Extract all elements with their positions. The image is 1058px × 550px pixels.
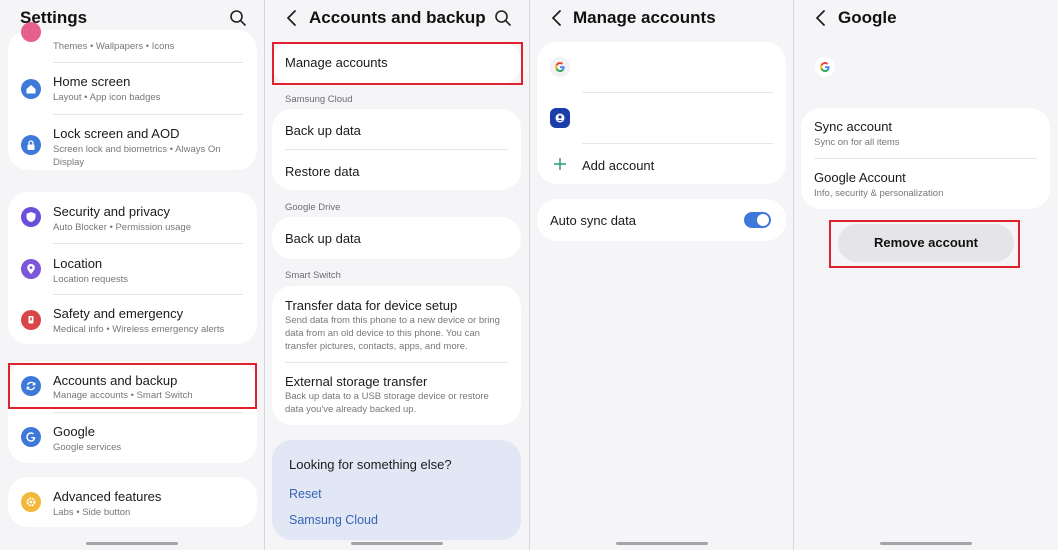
back-icon[interactable]: [550, 9, 564, 27]
plus-icon: [554, 158, 566, 170]
accounts-backup-header: Accounts and backup: [265, 0, 529, 36]
google-drive-card: Back up data: [272, 217, 521, 259]
google-account-row[interactable]: [537, 42, 786, 92]
google-account-item[interactable]: Google Account Info, security & personal…: [801, 159, 1050, 209]
restore-data-item[interactable]: Restore data: [285, 164, 359, 179]
google-icon: [21, 427, 41, 447]
settings-item-sub: Auto Blocker • Permission usage: [53, 222, 191, 233]
reset-link[interactable]: Reset: [289, 487, 322, 501]
highlight-manage-accounts: [272, 42, 523, 85]
highlight-remove-account: [829, 220, 1020, 268]
auto-sync-card: Auto sync data: [537, 199, 786, 241]
gesture-bar[interactable]: [86, 542, 178, 545]
settings-item-sub: Location requests: [53, 274, 128, 285]
settings-item-sub: Labs • Side button: [53, 507, 131, 518]
samsung-cloud-card: Back up data Restore data: [272, 109, 521, 190]
google-icon: [815, 57, 835, 77]
gdrive-back-up-data-item[interactable]: Back up data: [285, 231, 361, 246]
settings-item-sub: Layout • App icon badges: [53, 92, 161, 103]
settings-item-sub: Medical info • Wireless emergency alerts: [53, 324, 225, 335]
settings-card-security: Security and privacy Auto Blocker • Perm…: [8, 192, 257, 344]
google-panel: Google Sync account Sync on for all item…: [794, 0, 1058, 550]
settings-item-label: Security and privacy: [53, 204, 171, 219]
samsung-cloud-link[interactable]: Samsung Cloud: [289, 513, 378, 527]
section-header-samsung-cloud: Samsung Cloud: [285, 94, 353, 105]
settings-item-sub: Themes • Wallpapers • Icons: [53, 41, 175, 52]
google-icon: [550, 57, 570, 77]
accounts-list-card: Add account: [537, 42, 786, 184]
highlight-accounts-backup: [8, 363, 257, 409]
section-header-smart-switch: Smart Switch: [285, 270, 341, 281]
external-storage-item[interactable]: External storage transfer Back up data t…: [272, 363, 521, 425]
sync-account-label: Sync account: [814, 119, 893, 134]
settings-item-google[interactable]: Google Google services: [8, 413, 257, 463]
search-icon[interactable]: [229, 9, 247, 27]
settings-item-label: Home screen: [53, 74, 131, 89]
smart-switch-card: Transfer data for device setup Send data…: [272, 286, 521, 425]
settings-item-safety[interactable]: Safety and emergency Medical info • Wire…: [8, 295, 257, 344]
settings-item-location[interactable]: Location Location requests: [8, 244, 257, 294]
sync-account-item[interactable]: Sync account Sync on for all items: [801, 108, 1050, 158]
auto-sync-label: Auto sync data: [550, 213, 636, 228]
looking-title: Looking for something else?: [289, 457, 452, 472]
settings-item-advanced-features[interactable]: Advanced features Labs • Side button: [8, 477, 257, 527]
external-sub: Back up data to a USB storage device or …: [285, 391, 489, 415]
home-screen-icon: [21, 79, 41, 99]
settings-item-sub: Google services: [53, 442, 122, 453]
accounts-backup-panel: Accounts and backup Manage accounts Sams…: [265, 0, 529, 550]
manage-accounts-header: Manage accounts: [530, 0, 793, 36]
add-account-row[interactable]: Add account: [537, 144, 786, 184]
page-title: Manage accounts: [573, 8, 716, 27]
settings-item-label: Advanced features: [53, 489, 162, 504]
back-icon[interactable]: [285, 9, 299, 27]
settings-item-lock-screen[interactable]: Lock screen and AOD Screen lock and biom…: [8, 115, 257, 170]
gesture-bar[interactable]: [615, 542, 708, 545]
external-title: External storage transfer: [285, 374, 428, 389]
location-icon: [21, 259, 41, 279]
sync-account-sub: Sync on for all items: [814, 137, 900, 148]
emergency-icon: [21, 310, 41, 330]
section-header-google-drive: Google Drive: [285, 202, 341, 213]
settings-item-label: Google: [53, 424, 95, 439]
settings-item-label: Safety and emergency: [53, 306, 184, 321]
settings-card-display: Themes • Wallpapers • Icons Home screen …: [8, 22, 257, 170]
samsung-account-icon: [550, 108, 570, 128]
settings-item-label: Lock screen and AOD: [53, 126, 180, 141]
back-icon[interactable]: [814, 9, 828, 27]
toggle-knob: [757, 214, 769, 226]
settings-item-themes[interactable]: Themes • Wallpapers • Icons: [8, 22, 257, 52]
page-title: Accounts and backup: [309, 8, 486, 27]
settings-item-label: Location: [53, 256, 103, 271]
shield-icon: [21, 207, 41, 227]
samsung-account-row[interactable]: [537, 93, 786, 143]
themes-icon: [21, 22, 41, 42]
transfer-data-item[interactable]: Transfer data for device setup Send data…: [272, 286, 521, 361]
settings-item-security[interactable]: Security and privacy Auto Blocker • Perm…: [8, 192, 257, 242]
page-title: Google: [838, 8, 897, 27]
transfer-title: Transfer data for device setup: [285, 298, 458, 313]
gesture-bar[interactable]: [351, 542, 443, 545]
transfer-sub: Send data from this phone to a new devic…: [285, 315, 500, 352]
gesture-bar[interactable]: [880, 542, 972, 545]
google-account-sub: Info, security & personalization: [814, 188, 944, 199]
search-icon[interactable]: [494, 9, 512, 27]
auto-sync-toggle[interactable]: [744, 212, 771, 228]
google-account-label: Google Account: [814, 170, 906, 185]
manage-accounts-panel: Manage accounts Add account Auto sync da…: [530, 0, 793, 550]
back-up-data-item[interactable]: Back up data: [285, 123, 361, 138]
settings-card-advanced: Advanced features Labs • Side button: [8, 477, 257, 527]
settings-panel: Settings Themes • Wallpapers • Icons Hom…: [0, 0, 264, 550]
settings-item-home-screen[interactable]: Home screen Layout • App icon badges: [8, 63, 257, 113]
lock-icon: [21, 135, 41, 155]
gear-icon: [21, 492, 41, 512]
google-options-card: Sync account Sync on for all items Googl…: [801, 108, 1050, 209]
add-account-label: Add account: [582, 158, 655, 173]
looking-for-card: Looking for something else? Reset Samsun…: [272, 440, 521, 540]
google-header: Google: [794, 0, 1058, 36]
settings-item-sub: Screen lock and biometrics • Always On D…: [53, 144, 221, 168]
